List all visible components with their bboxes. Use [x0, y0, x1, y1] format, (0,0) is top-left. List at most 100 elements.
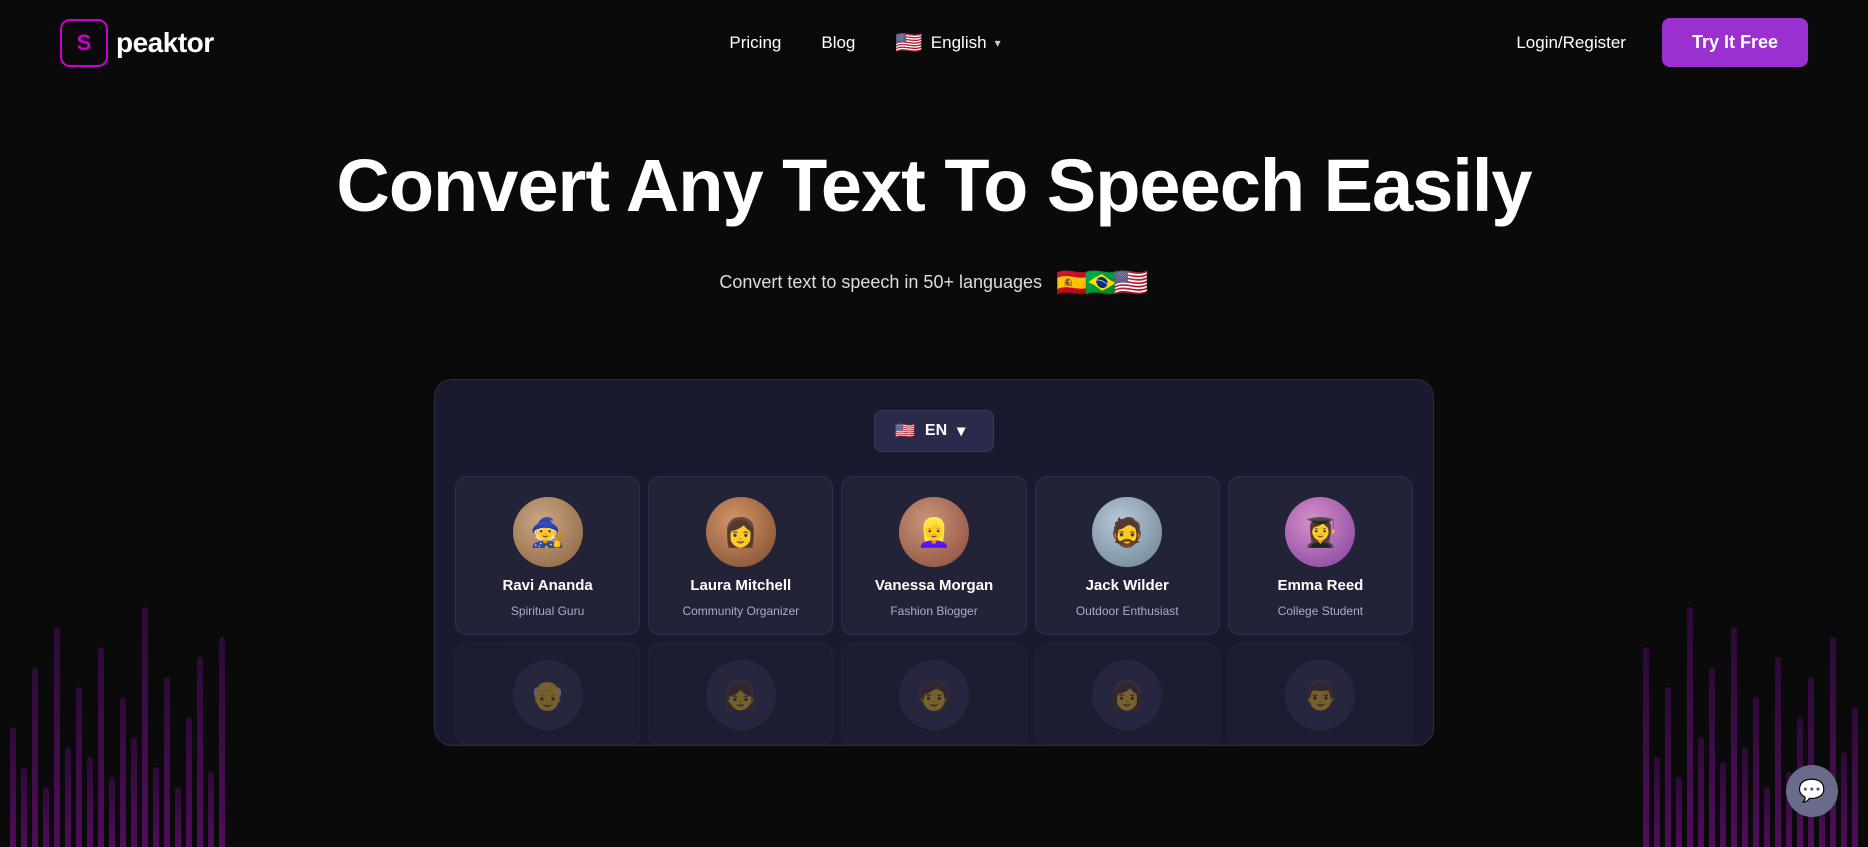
- wave-bar: [1753, 697, 1759, 847]
- navbar: S peaktor Pricing Blog 🇺🇸 English ▾ Logi…: [0, 0, 1868, 85]
- wave-bar: [1841, 752, 1847, 847]
- lang-dropdown: 🇺🇸 EN ▾: [455, 410, 1413, 452]
- wave-bar: [186, 717, 192, 847]
- demo-panel: 🇺🇸 EN ▾ 🧙 Ravi Ananda Spiritual Guru 👩 Laura…: [434, 379, 1434, 746]
- logo-text: peaktor: [116, 27, 214, 59]
- avatar-partial: 🧑: [899, 660, 969, 730]
- voice-role: Outdoor Enthusiast: [1076, 604, 1179, 618]
- hero-subtitle-text: Convert text to speech in 50+ languages: [719, 272, 1042, 293]
- wave-bar: [1676, 777, 1682, 847]
- voice-card-partial-r2a: 👴: [455, 643, 640, 745]
- try-free-button[interactable]: Try It Free: [1662, 18, 1808, 67]
- wave-bar: [1643, 647, 1649, 847]
- wave-bar: [175, 787, 181, 847]
- voices-row-2: 👴 👧 🧑 👩 👨: [455, 635, 1413, 745]
- voice-name: Laura Mitchell: [690, 577, 791, 594]
- voice-card-vanessa[interactable]: 👱‍♀️ Vanessa Morgan Fashion Blogger: [841, 476, 1026, 635]
- lang-flag: 🇺🇸: [895, 30, 922, 56]
- wave-bar: [120, 697, 126, 847]
- avatar-partial: 👧: [706, 660, 776, 730]
- wave-bar: [1665, 687, 1671, 847]
- voices-row: 🧙 Ravi Ananda Spiritual Guru 👩 Laura Mitchel…: [455, 476, 1413, 635]
- voice-card-laura[interactable]: 👩 Laura Mitchell Community Organizer: [648, 476, 833, 635]
- nav-links: Pricing Blog 🇺🇸 English ▾: [729, 30, 1000, 56]
- chevron-down-icon: ▾: [995, 36, 1001, 50]
- voice-name: Jack Wilder: [1086, 577, 1169, 594]
- wave-bar: [1742, 747, 1748, 847]
- wave-bar: [197, 657, 203, 847]
- wave-bar: [43, 787, 49, 847]
- wave-bar: [142, 607, 148, 847]
- wave-bar: [76, 687, 82, 847]
- hero-title: Convert Any Text To Speech Easily: [20, 145, 1848, 226]
- wave-bar: [1775, 657, 1781, 847]
- wave-bar: [153, 767, 159, 847]
- avatar-ravi: 🧙: [513, 497, 583, 567]
- wave-bar: [32, 667, 38, 847]
- flag-stack: 🇪🇸 🇧🇷 🇺🇸: [1056, 266, 1149, 299]
- avatar-partial: 👨: [1285, 660, 1355, 730]
- wave-bar: [164, 677, 170, 847]
- hero-subtitle: Convert text to speech in 50+ languages …: [20, 266, 1848, 299]
- wave-bar: [1808, 677, 1814, 847]
- nav-right: Login/Register Try It Free: [1516, 18, 1808, 67]
- avatar-jack: 🧔: [1092, 497, 1162, 567]
- voice-card-partial-r2b: 👧: [648, 643, 833, 745]
- chat-icon: 💬: [1798, 778, 1825, 804]
- logo[interactable]: S peaktor: [60, 19, 214, 67]
- dropdown-chevron-icon: ▾: [957, 421, 965, 441]
- blog-link[interactable]: Blog: [821, 33, 855, 53]
- language-selector[interactable]: 🇺🇸 English ▾: [895, 30, 1000, 56]
- avatar-vanessa: 👱‍♀️: [899, 497, 969, 567]
- wave-bar: [109, 777, 115, 847]
- avatar-img: 👩‍🎓: [1285, 497, 1355, 567]
- lang-label: English: [931, 33, 987, 53]
- wave-bar: [219, 637, 225, 847]
- voice-name: Vanessa Morgan: [875, 577, 993, 594]
- wave-bar: [21, 767, 27, 847]
- wave-bar: [10, 727, 16, 847]
- avatar-img: 🧙: [513, 497, 583, 567]
- wave-bar: [87, 757, 93, 847]
- avatar-laura: 👩: [706, 497, 776, 567]
- hero-section: Convert Any Text To Speech Easily Conver…: [0, 85, 1868, 379]
- wave-bar: [208, 772, 214, 847]
- wave-bar: [1654, 757, 1660, 847]
- voice-card-jack[interactable]: 🧔 Jack Wilder Outdoor Enthusiast: [1035, 476, 1220, 635]
- avatar-emma: 👩‍🎓: [1285, 497, 1355, 567]
- wave-bar: [1852, 707, 1858, 847]
- voice-role: College Student: [1278, 604, 1363, 618]
- wave-bar: [1687, 607, 1693, 847]
- voice-name: Ravi Ananda: [502, 577, 592, 594]
- avatar-img: 👩: [706, 497, 776, 567]
- voice-role: Fashion Blogger: [890, 604, 977, 618]
- voice-name: Emma Reed: [1277, 577, 1363, 594]
- voice-role: Spiritual Guru: [511, 604, 584, 618]
- wave-bar: [1764, 787, 1770, 847]
- wave-bar: [1709, 667, 1715, 847]
- wave-bar: [98, 647, 104, 847]
- avatar-img: 👱‍♀️: [899, 497, 969, 567]
- demo-lang-flag: 🇺🇸: [895, 421, 915, 441]
- wave-bar: [1830, 637, 1836, 847]
- pricing-link[interactable]: Pricing: [729, 33, 781, 53]
- wave-bar: [1698, 737, 1704, 847]
- voice-role: Community Organizer: [682, 604, 799, 618]
- wave-bar: [65, 747, 71, 847]
- demo-lang-code: EN: [925, 422, 947, 440]
- lang-dropdown-button[interactable]: 🇺🇸 EN ▾: [874, 410, 994, 452]
- wave-bar: [1720, 762, 1726, 847]
- chat-bubble-button[interactable]: 💬: [1786, 765, 1838, 817]
- voice-card-partial-r2c: 🧑: [841, 643, 1026, 745]
- logo-icon: S: [60, 19, 108, 67]
- wave-bar: [1731, 627, 1737, 847]
- voice-card-emma[interactable]: 👩‍🎓 Emma Reed College Student: [1228, 476, 1413, 635]
- login-link[interactable]: Login/Register: [1516, 33, 1626, 53]
- wave-bar: [54, 627, 60, 847]
- voice-card-ravi[interactable]: 🧙 Ravi Ananda Spiritual Guru: [455, 476, 640, 635]
- avatar-img: 🧔: [1092, 497, 1162, 567]
- avatar-partial: 👩: [1092, 660, 1162, 730]
- voice-card-partial-r2d: 👩: [1035, 643, 1220, 745]
- wave-bar: [131, 737, 137, 847]
- avatar-partial: 👴: [513, 660, 583, 730]
